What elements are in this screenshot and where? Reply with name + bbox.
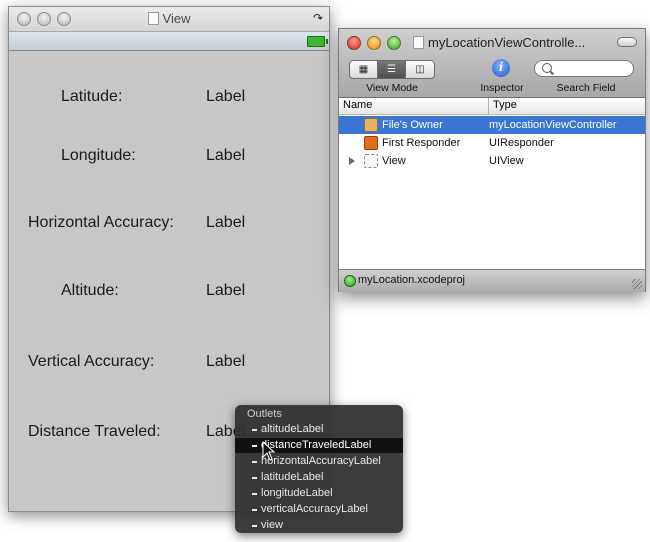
view-mode-label: View Mode [366,82,418,94]
info-icon[interactable]: i [492,59,510,77]
outlet-horizontal-accuracy-label[interactable]: horizontalAccuracyLabel [235,454,403,469]
outlet-vertical-accuracy-label[interactable]: verticalAccuracyLabel [235,502,403,517]
altitude-label[interactable]: Label [206,282,245,300]
simulated-status-bar [9,32,329,51]
icon-view-button[interactable]: ▦ [350,61,378,78]
view-title: View [9,11,329,26]
outlets-popup: Outlets altitudeLabel distanceTraveledLa… [235,405,403,533]
minimize-button[interactable] [367,36,381,50]
view-titlebar[interactable]: View ↷ [9,7,329,32]
row-type: UIView [489,155,524,167]
longitude-caption[interactable]: Longitude: [61,147,136,165]
nib-document-icon [147,12,159,25]
name-column-header[interactable]: Name [343,99,372,111]
outlet-longitude-label[interactable]: longitudeLabel [235,486,403,501]
vertical-accuracy-label[interactable]: Label [206,353,245,371]
project-status-icon [344,275,356,287]
type-column-header[interactable]: Type [493,99,517,111]
document-title-text: myLocationViewControlle... [428,35,586,50]
document-status-bar: myLocation.xcodeproj [339,269,645,292]
document-window: myLocationViewControlle... ▦ ☰ ◫ View Mo… [338,28,646,292]
search-field-label: Search Field [556,82,616,94]
nib-document-icon [413,36,424,49]
distance-traveled-caption[interactable]: Distance Traveled: [28,423,161,441]
vertical-accuracy-caption[interactable]: Vertical Accuracy: [28,353,154,371]
toolbar-toggle-button[interactable] [617,37,637,47]
tree-row-view[interactable]: View UIView [339,152,645,170]
row-type: myLocationViewController [489,119,617,131]
outlet-altitude-label[interactable]: altitudeLabel [235,422,403,437]
rotate-icon[interactable]: ↷ [313,11,323,25]
document-titlebar[interactable]: myLocationViewControlle... ▦ ☰ ◫ View Mo… [339,29,645,98]
resize-grip-icon[interactable] [632,279,642,289]
search-icon [542,63,552,73]
outlet-view[interactable]: view [235,518,403,533]
outlet-distance-traveled-label[interactable]: distanceTraveledLabel [235,438,403,453]
tree-row-files-owner[interactable]: File's Owner myLocationViewController [339,116,645,134]
row-name: View [382,155,406,167]
battery-icon [307,36,328,47]
zoom-button[interactable] [387,36,401,50]
longitude-label[interactable]: Label [206,147,245,165]
latitude-label[interactable]: Label [206,88,245,106]
row-name: File's Owner [382,119,443,131]
search-input[interactable] [534,60,634,77]
view-title-text: View [162,11,191,26]
column-view-button[interactable]: ◫ [406,61,434,78]
latitude-caption[interactable]: Latitude: [61,88,122,106]
altitude-caption[interactable]: Altitude: [61,282,119,300]
horizontal-accuracy-caption[interactable]: Horizontal Accuracy: [28,214,174,232]
row-type: UIResponder [489,137,554,149]
document-title: myLocationViewControlle... [413,35,613,50]
first-responder-icon [364,136,378,150]
view-mode-segmented-control[interactable]: ▦ ☰ ◫ [349,60,435,79]
column-header: Name Type [339,98,645,115]
close-button[interactable] [347,36,361,50]
list-view-button[interactable]: ☰ [378,61,406,78]
project-name: myLocation.xcodeproj [358,274,466,286]
row-name: First Responder [382,137,461,149]
files-owner-icon [364,118,378,132]
disclosure-triangle-icon[interactable] [349,157,355,165]
tree-row-first-responder[interactable]: First Responder UIResponder [339,134,645,152]
inspector-label: Inspector [480,82,524,94]
outlets-heading: Outlets [247,408,282,420]
outlet-latitude-label[interactable]: latitudeLabel [235,470,403,485]
horizontal-accuracy-label[interactable]: Label [206,214,245,232]
uiview-icon [364,154,378,168]
column-divider[interactable] [488,98,489,114]
